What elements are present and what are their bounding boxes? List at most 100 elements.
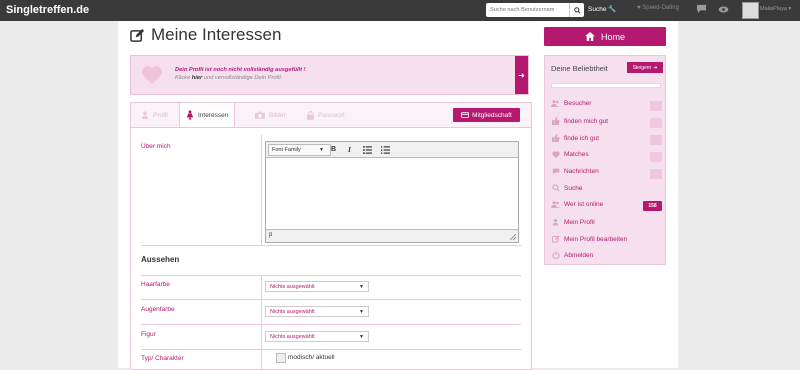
tab-profil[interactable]: Profil xyxy=(141,111,168,119)
search-button[interactable] xyxy=(569,3,584,17)
bullet-list-button[interactable] xyxy=(362,144,373,155)
select-value: Nichts ausgewählt xyxy=(270,309,315,315)
caret-down-icon: ▼ xyxy=(359,334,364,340)
divider xyxy=(141,275,521,276)
divider xyxy=(141,299,521,300)
lock-icon xyxy=(307,111,314,120)
search-icon xyxy=(573,6,581,14)
page-title: Meine Interessen xyxy=(130,25,281,45)
bold-button[interactable]: B xyxy=(328,144,339,155)
caret-down-icon: ▼ xyxy=(359,284,364,290)
sidebar-item-finden-mich-gut[interactable]: finden mich gut xyxy=(551,117,608,125)
online-count-badge: 158 xyxy=(643,201,662,211)
augenfarbe-label: Augenfarbe xyxy=(141,306,175,313)
editor-textarea[interactable] xyxy=(266,158,518,229)
sidebar-item-nachrichten[interactable]: Nachrichten xyxy=(551,168,599,175)
home-label: Home xyxy=(600,31,625,42)
typ-label: Typ/ Charakter xyxy=(141,355,184,362)
camera-icon xyxy=(255,111,265,119)
bullet-list-icon xyxy=(363,145,372,154)
alert-text-post: und vervollständige Dein Profil. xyxy=(202,75,283,81)
about-editor: Font Family ▼ B I p xyxy=(265,141,519,243)
steigern-button[interactable]: Steigern ➜ xyxy=(627,62,663,73)
search-label: Suche xyxy=(588,6,607,13)
divider xyxy=(261,275,262,369)
users-icon xyxy=(551,201,560,208)
sidebar-item-matches[interactable]: Matches xyxy=(551,151,589,158)
count-badge xyxy=(650,101,662,111)
sidebar-item-besucher[interactable]: Besucher xyxy=(551,100,591,107)
chat-icon xyxy=(551,168,560,175)
sidebar-item-abmelden[interactable]: Abmelden xyxy=(551,251,593,259)
heart-icon xyxy=(551,151,560,158)
figur-select[interactable]: Nichts ausgewählt ▼ xyxy=(265,331,369,342)
count-badge xyxy=(650,135,662,145)
sidebar-item-label: finden mich gut xyxy=(564,117,609,125)
caret-down-icon: ▼ xyxy=(319,147,324,153)
users-icon xyxy=(551,100,560,107)
home-icon xyxy=(585,32,595,41)
italic-button[interactable]: I xyxy=(344,144,355,155)
arrow-right-icon: ➜ xyxy=(653,64,658,71)
tab-bilder[interactable]: Bilder xyxy=(255,111,286,119)
sidebar-item-label: Nachrichten xyxy=(564,168,599,175)
advanced-search-link[interactable]: Suche 🔧 xyxy=(588,5,616,13)
brand-logo[interactable]: Singletreffen.de xyxy=(6,4,89,16)
about-label: Über mich xyxy=(141,143,171,150)
sidebar-item-mein-profil[interactable]: Mein Profil xyxy=(551,218,595,226)
editor-toolbar: Font Family ▼ B I xyxy=(266,142,518,158)
resize-handle-icon[interactable] xyxy=(510,234,516,240)
haarfarbe-select[interactable]: Nichts ausgewählt ▼ xyxy=(265,281,369,292)
count-badge xyxy=(650,152,662,162)
sidebar-item-label: Mein Profil bearbeiten xyxy=(564,235,628,243)
typ-checkbox[interactable] xyxy=(276,353,286,363)
augenfarbe-select[interactable]: Nichts ausgewählt ▼ xyxy=(265,306,369,317)
sidebar-item-finde-ich-gut[interactable]: finde ich gut xyxy=(551,134,599,142)
chat-icon[interactable] xyxy=(696,4,707,14)
credit-card-icon xyxy=(461,112,470,118)
steigern-label: Steigern xyxy=(632,64,652,71)
popularity-bar xyxy=(551,83,661,88)
username-label: MailaPlaya xyxy=(760,6,787,12)
home-button[interactable]: Home xyxy=(544,27,666,46)
speed-dating-link[interactable]: ♥ Speed-Dating xyxy=(637,5,679,11)
divider xyxy=(141,245,521,246)
sidebar-item-suche[interactable]: Suche xyxy=(551,184,582,192)
divider xyxy=(141,324,521,325)
numbered-list-icon xyxy=(381,145,390,154)
popularity-panel: Deine Beliebtheit Steigern ➜ Besucher fin… xyxy=(544,55,666,265)
sidebar-item-label: Abmelden xyxy=(564,251,594,259)
search-input[interactable] xyxy=(486,3,572,17)
tab-label: Bilder xyxy=(269,111,286,119)
chevron-right-icon: ➜ xyxy=(518,70,525,80)
alert-headline: Dein Profil ist noch nicht vollständig a… xyxy=(175,67,306,73)
sidebar-item-mein-profil-bearbeiten[interactable]: Mein Profil bearbeiten xyxy=(551,235,627,243)
panel-title: Deine Beliebtheit xyxy=(551,64,608,73)
user-search xyxy=(486,3,584,17)
avatar[interactable] xyxy=(742,2,759,19)
sidebar-item-label: Suche xyxy=(564,184,583,192)
sidebar-item-wer-ist-online[interactable]: Wer ist online xyxy=(551,201,603,208)
alert-text: Dein Profil ist noch nicht vollständig a… xyxy=(175,66,306,82)
profile-incomplete-alert: Dein Profil ist noch nicht vollständig a… xyxy=(130,55,529,95)
sidebar-item-label: finde ich gut xyxy=(564,134,600,142)
alert-arrow-button[interactable]: ➜ xyxy=(515,56,528,94)
speed-dating-label: Speed-Dating xyxy=(642,5,679,11)
user-icon xyxy=(551,218,560,226)
page-title-text: Meine Interessen xyxy=(151,25,282,44)
eye-icon[interactable] xyxy=(718,6,729,13)
wrench-icon: 🔧 xyxy=(608,6,617,13)
user-menu[interactable]: MailaPlaya ▾ xyxy=(760,6,791,12)
numbered-list-button[interactable] xyxy=(380,144,391,155)
figur-label: Figur xyxy=(141,331,156,338)
membership-label: Mitgliedschaft xyxy=(472,111,512,119)
female-icon xyxy=(186,110,194,120)
font-family-select[interactable]: Font Family ▼ xyxy=(268,144,331,156)
membership-button[interactable]: Mitgliedschaft xyxy=(453,108,520,122)
profile-tabs: Profil Interessen Bilder Passwort Mitgli… xyxy=(131,103,531,128)
tab-label: Interessen xyxy=(198,111,229,119)
alert-link[interactable]: hier xyxy=(192,75,202,81)
typ-option-label: modisch/ aktuell xyxy=(288,354,335,361)
tab-interessen[interactable]: Interessen xyxy=(179,103,236,127)
tab-passwort[interactable]: Passwort xyxy=(307,111,345,120)
